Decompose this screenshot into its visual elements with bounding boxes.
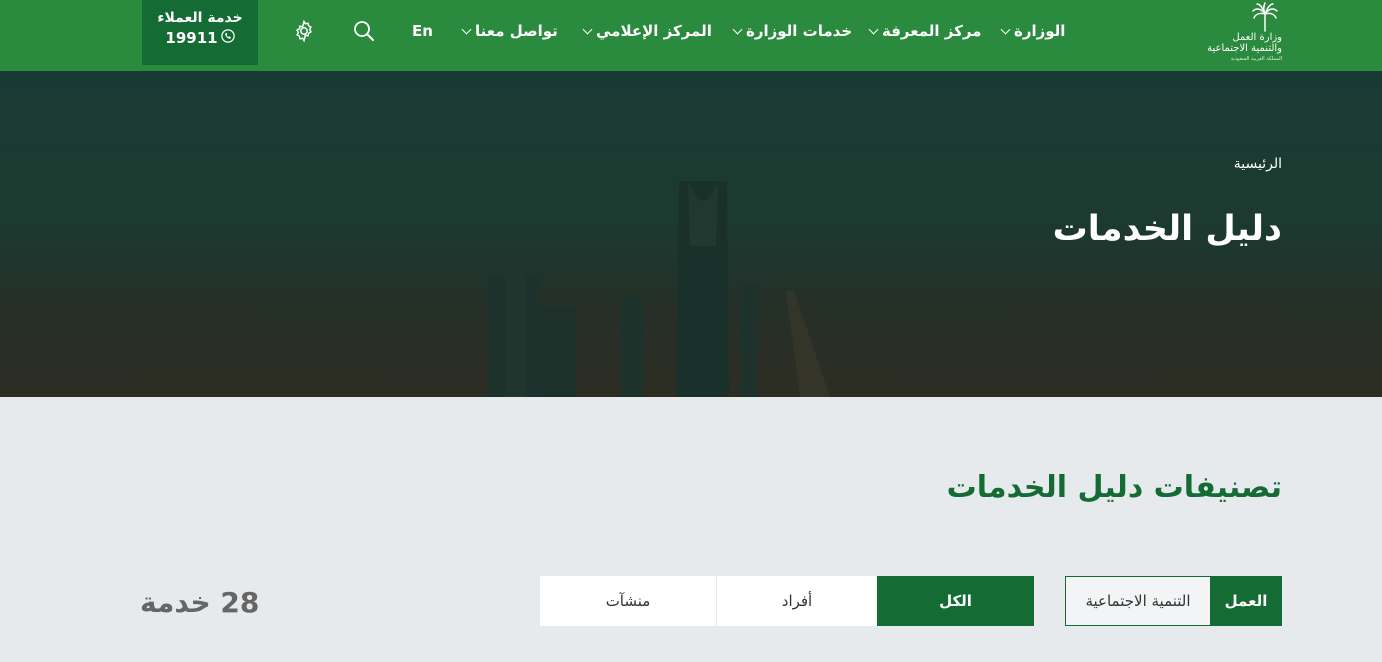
customer-service-box[interactable]: خدمة العملاء 19911	[142, 0, 258, 65]
palm-logo-icon	[1252, 2, 1278, 32]
service-count: 28 خدمة	[140, 586, 260, 619]
nav-item-label: خدمات الوزارة	[746, 22, 853, 40]
gear-icon[interactable]	[291, 18, 317, 44]
phone-icon	[220, 29, 235, 47]
chevron-down-icon	[461, 24, 472, 34]
nav-item-label: المركز الإعلامي	[596, 22, 712, 40]
tab-all[interactable]: الكل	[877, 576, 1034, 626]
tab-labor[interactable]: العمل	[1210, 576, 1282, 626]
nav-item-ministry[interactable]: الوزارة	[1000, 22, 1066, 40]
chevron-down-icon	[868, 24, 879, 34]
logo-text-line2: والتنمية الاجتماعية	[1207, 43, 1282, 54]
nav-item-label: تواصل معنا	[475, 22, 558, 40]
customer-service-label: خدمة العملاء	[157, 10, 243, 26]
nav-item-ministry-services[interactable]: خدمات الوزارة	[732, 22, 853, 40]
page-title: دليل الخدمات	[1052, 209, 1282, 249]
language-toggle[interactable]: En	[412, 22, 433, 40]
nav-item-contact[interactable]: تواصل معنا	[461, 22, 558, 40]
customer-service-number: 19911	[165, 29, 218, 47]
chevron-down-icon	[582, 24, 593, 34]
nav-item-knowledge-center[interactable]: مركز المعرفة	[868, 22, 982, 40]
search-icon[interactable]	[351, 18, 377, 44]
hero-banner: الرئيسية دليل الخدمات	[0, 71, 1382, 397]
chevron-down-icon	[732, 24, 743, 34]
nav-item-media-center[interactable]: المركز الإعلامي	[582, 22, 712, 40]
breadcrumb[interactable]: الرئيسية	[1234, 156, 1282, 172]
chevron-down-icon	[1000, 24, 1011, 34]
nav-item-label: الوزارة	[1014, 22, 1066, 40]
ministry-logo[interactable]: وزارة العمل والتنمية الاجتماعية المملكة …	[1192, 2, 1282, 68]
tab-social-development[interactable]: التنمية الاجتماعية	[1066, 577, 1210, 625]
tab-establishments[interactable]: منشآت	[540, 576, 716, 626]
tab-individuals[interactable]: أفراد	[717, 576, 877, 626]
logo-text-line3: المملكة العربية السعودية	[1230, 56, 1282, 62]
nav-item-label: مركز المعرفة	[882, 22, 982, 40]
logo-text-line1: وزارة العمل	[1232, 32, 1282, 43]
section-title: تصنيفات دليل الخدمات	[946, 470, 1282, 505]
top-navigation-bar: خدمة العملاء 19911 En تواصل معنا المركز …	[0, 0, 1382, 71]
